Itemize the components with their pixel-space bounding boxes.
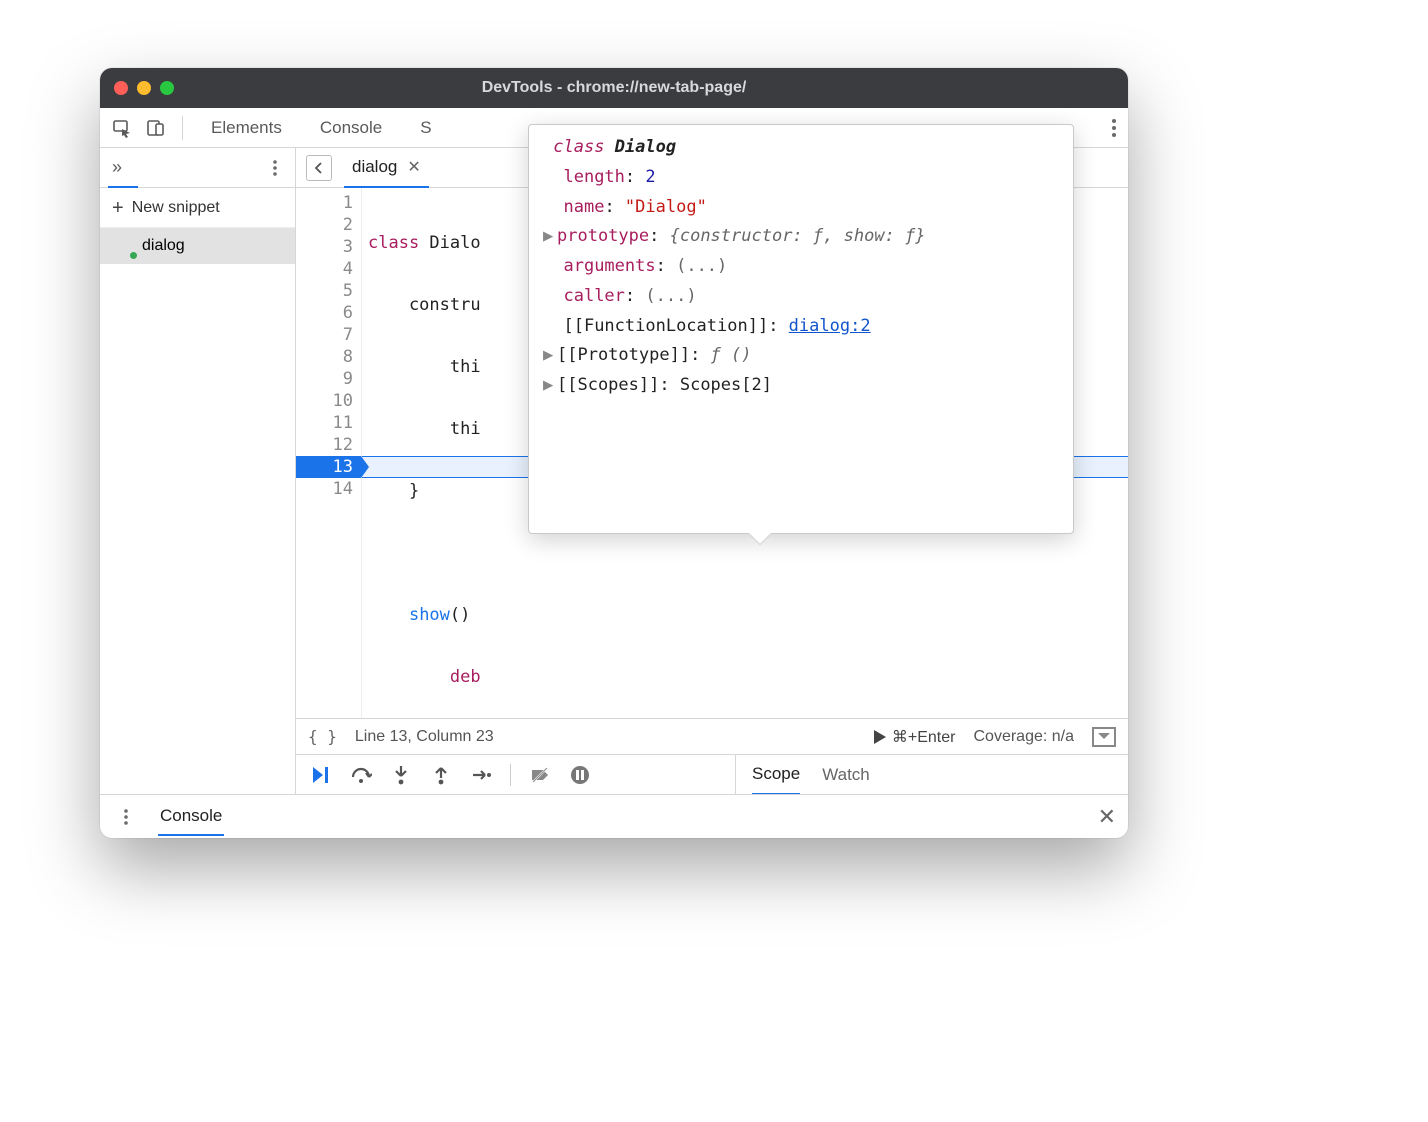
line-number: 6	[296, 302, 361, 324]
line-gutter: 1 2 3 4 5 6 7 8 9 10 11 12 13 14	[296, 188, 362, 718]
line-number: 7	[296, 324, 361, 346]
step-over-icon[interactable]	[348, 762, 374, 788]
drawer-tab-console[interactable]: Console	[158, 798, 224, 836]
navigator-menu-icon[interactable]	[261, 154, 289, 182]
pretty-print-icon[interactable]: { }	[308, 727, 337, 746]
more-menu-icon[interactable]	[1100, 114, 1128, 142]
tab-watch[interactable]: Watch	[822, 755, 870, 795]
step-into-icon[interactable]	[388, 762, 414, 788]
inspect-element-icon[interactable]	[108, 114, 136, 142]
devtools-window: DevTools - chrome://new-tab-page/ Elemen…	[100, 68, 1128, 838]
window-close-button[interactable]	[114, 81, 128, 95]
editor-tab-dialog[interactable]: dialog ✕	[344, 148, 429, 188]
new-snippet-button[interactable]: + New snippet	[100, 188, 295, 228]
expand-icon[interactable]: ▶	[543, 222, 557, 252]
window-title: DevTools - chrome://new-tab-page/	[100, 79, 1128, 97]
object-preview-tooltip: class Dialog length: 2 name: "Dialog" ▶p…	[528, 124, 1074, 534]
coverage-label: Coverage: n/a	[973, 728, 1074, 746]
line-number-active: 13	[296, 456, 361, 478]
titlebar: DevTools - chrome://new-tab-page/	[100, 68, 1128, 108]
line-number: 5	[296, 280, 361, 302]
close-tab-icon[interactable]: ✕	[407, 157, 420, 177]
new-snippet-label: New snippet	[132, 199, 220, 217]
line-number: 9	[296, 368, 361, 390]
line-number: 10	[296, 390, 361, 412]
expand-icon[interactable]: ▶	[543, 341, 557, 371]
line-number: 12	[296, 434, 361, 456]
tab-elements[interactable]: Elements	[195, 108, 298, 148]
function-location-link[interactable]: dialog:2	[789, 316, 871, 336]
cursor-position: Line 13, Column 23	[355, 728, 494, 746]
tab-sources-truncated[interactable]: S	[404, 108, 447, 148]
line-number: 1	[296, 192, 361, 214]
deactivate-breakpoints-icon[interactable]	[527, 762, 553, 788]
drawer-menu-icon[interactable]	[112, 803, 140, 831]
line-number: 8	[296, 346, 361, 368]
debugger-toolbar: Scope Watch	[296, 754, 1128, 794]
navigator-overflow-icon[interactable]: »	[112, 157, 118, 178]
snippet-item-label: dialog	[142, 237, 185, 255]
run-snippet-button[interactable]: ⌘+Enter	[874, 727, 956, 747]
step-icon[interactable]	[468, 762, 494, 788]
editor-tab-label: dialog	[352, 157, 397, 177]
plus-icon: +	[112, 198, 124, 218]
line-number: 4	[296, 258, 361, 280]
expand-icon[interactable]: ▶	[543, 371, 557, 401]
pause-on-exceptions-icon[interactable]	[567, 762, 593, 788]
snippet-item-dialog[interactable]: dialog	[100, 228, 295, 264]
line-number: 14	[296, 478, 361, 500]
snippet-file-icon	[118, 236, 134, 256]
run-hint-label: ⌘+Enter	[892, 727, 956, 747]
device-toolbar-icon[interactable]	[142, 114, 170, 142]
line-number: 2	[296, 214, 361, 236]
window-zoom-button[interactable]	[160, 81, 174, 95]
navigator-panel: » + New snippet dialog	[100, 148, 296, 794]
console-drawer: Console ✕	[100, 794, 1128, 838]
tab-console[interactable]: Console	[304, 108, 398, 148]
line-number: 3	[296, 236, 361, 258]
step-out-icon[interactable]	[428, 762, 454, 788]
line-number: 11	[296, 412, 361, 434]
window-minimize-button[interactable]	[137, 81, 151, 95]
toggle-drawer-icon[interactable]	[1092, 727, 1116, 747]
tab-scope[interactable]: Scope	[752, 755, 800, 795]
editor-statusbar: { } Line 13, Column 23 ⌘+Enter Coverage:…	[296, 718, 1128, 754]
close-drawer-icon[interactable]: ✕	[1098, 804, 1116, 830]
resume-icon[interactable]	[308, 762, 334, 788]
navigate-back-icon[interactable]	[306, 155, 332, 181]
